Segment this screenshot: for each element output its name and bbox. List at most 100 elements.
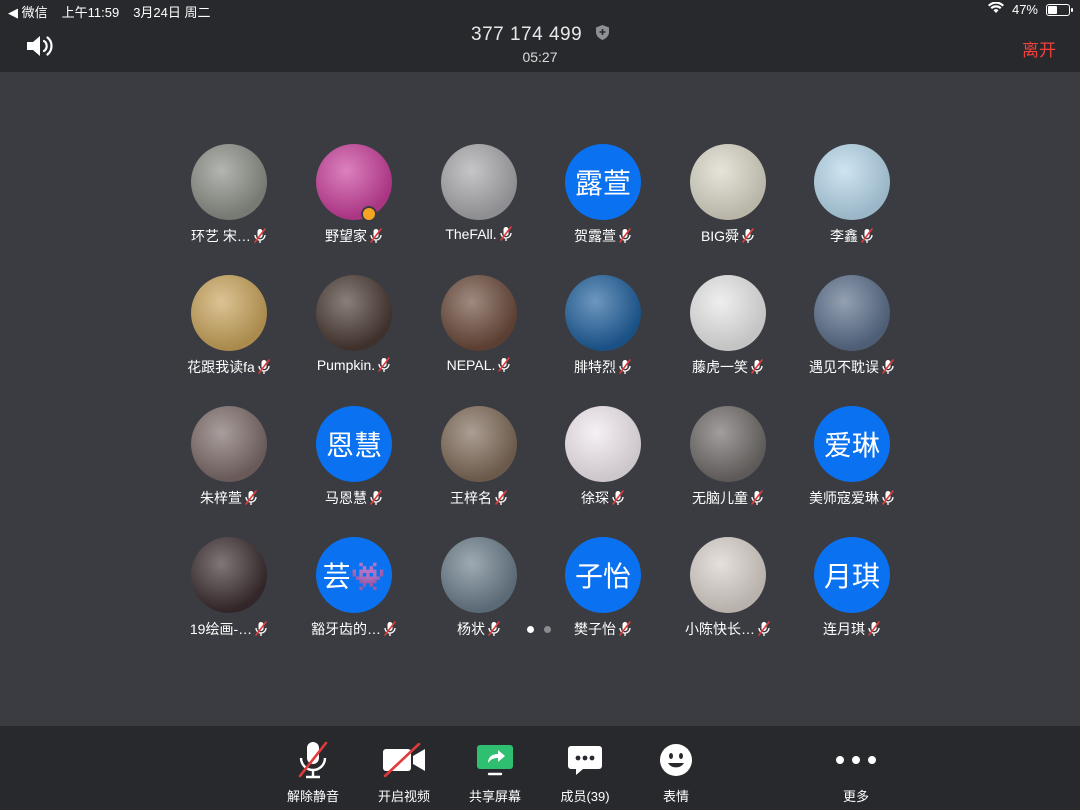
participant-name-row: 豁牙齿的… <box>289 619 419 640</box>
participant-name: 藤虎一笑 <box>692 359 748 375</box>
meeting-duration: 05:27 <box>522 49 558 65</box>
participant-name-row: 环艺 宋… <box>164 226 294 247</box>
participant-tile[interactable]: 杨状 <box>424 537 534 647</box>
participant-name-row: 马恩慧 <box>289 488 419 509</box>
participant-tile[interactable]: 无脑儿童 <box>673 406 783 516</box>
participant-tile[interactable]: 19绘画-… <box>174 537 284 647</box>
participant-tile[interactable]: 藤虎一笑 <box>673 275 783 385</box>
participant-name-row: 无脑儿童 <box>663 488 793 509</box>
unmute-button[interactable]: 解除静音 <box>268 740 358 805</box>
participant-tile[interactable]: 月琪 连月琪 <box>797 537 907 647</box>
participant-name: 环艺 宋… <box>191 228 251 244</box>
mic-muted-icon <box>750 359 764 378</box>
participant-name: 徐琛 <box>581 490 609 506</box>
more-dots-icon <box>811 740 901 780</box>
avatar <box>441 144 517 220</box>
back-to-app[interactable]: ◀ 微信 <box>8 2 48 21</box>
participant-name-row: BIG舜 <box>663 226 793 247</box>
mic-muted-icon <box>618 621 632 640</box>
members-button[interactable]: 成员(39) <box>540 740 630 805</box>
participant-tile[interactable]: 小陈快长… <box>673 537 783 647</box>
meeting-id[interactable]: 377 174 499 <box>0 24 1080 46</box>
battery-percent: 47% <box>1011 2 1038 17</box>
avatar <box>565 406 641 482</box>
participant-tile[interactable]: 环艺 宋… <box>174 144 284 254</box>
avatar <box>690 275 766 351</box>
start-video-button[interactable]: 开启视频 <box>359 740 449 805</box>
page-dot-2[interactable] <box>544 626 551 633</box>
participant-name-row: 王梓名 <box>414 488 544 509</box>
avatar: 爱琳 <box>814 406 890 482</box>
avatar <box>316 144 392 220</box>
avatar: 恩慧 <box>316 406 392 482</box>
participant-name-row: 连月琪 <box>787 619 917 640</box>
participant-name-row: 野望家 <box>289 226 419 247</box>
avatar <box>441 537 517 613</box>
participant-tile[interactable]: 腓特烈 <box>548 275 658 385</box>
mic-muted-icon <box>377 357 391 376</box>
page-indicator[interactable] <box>527 626 551 633</box>
mic-muted-icon <box>618 228 632 247</box>
participant-tile[interactable]: 露萱 贺露萱 <box>548 144 658 254</box>
meeting-id-text: 377 174 499 <box>471 24 583 46</box>
mic-muted-icon <box>268 740 358 780</box>
participant-tile[interactable]: Pumpkin. <box>299 275 409 385</box>
clock: 上午11:59 <box>61 5 120 20</box>
participant-tile[interactable]: 徐琛 <box>548 406 658 516</box>
participant-tile[interactable]: 王梓名 <box>424 406 534 516</box>
avatar <box>565 275 641 351</box>
mic-muted-icon <box>244 490 258 509</box>
mic-muted-icon <box>757 621 771 640</box>
participant-name: 遇见不耽误 <box>809 359 879 375</box>
participant-name-row: 美师寇爱琳 <box>787 488 917 509</box>
participant-tile[interactable]: 恩慧 马恩慧 <box>299 406 409 516</box>
participant-tile[interactable]: 芸👾 豁牙齿的… <box>299 537 409 647</box>
status-bar: ◀ 微信 上午11:59 3月24日 周二 47% <box>0 0 1080 20</box>
share-screen-button[interactable]: 共享屏幕 <box>450 740 540 805</box>
mic-muted-icon <box>867 621 881 640</box>
participant-tile[interactable]: NEPAL. <box>424 275 534 385</box>
mic-muted-icon <box>383 621 397 640</box>
start-video-label: 开启视频 <box>377 789 430 804</box>
participant-name: 朱梓萱 <box>200 490 242 506</box>
mic-muted-icon <box>253 228 267 247</box>
avatar <box>690 144 766 220</box>
mic-muted-icon <box>881 490 895 509</box>
mic-muted-icon <box>254 621 268 640</box>
shield-icon <box>595 24 609 46</box>
reactions-button[interactable]: 表情 <box>631 740 721 805</box>
participant-name: 腓特烈 <box>574 359 616 375</box>
avatar: 子怡 <box>565 537 641 613</box>
participant-tile[interactable]: 爱琳 美师寇爱琳 <box>797 406 907 516</box>
participant-name-row: 贺露萱 <box>538 226 668 247</box>
participant-tile[interactable]: 李鑫 <box>797 144 907 254</box>
participant-tile[interactable]: BIG舜 <box>673 144 783 254</box>
participant-name-row: 藤虎一笑 <box>663 357 793 378</box>
page-dot-1[interactable] <box>527 626 534 633</box>
meeting-header: 377 174 499 05:27 离开 <box>0 20 1080 72</box>
wifi-icon <box>987 1 1004 17</box>
participant-tile[interactable]: TheFAll. <box>424 144 534 254</box>
participant-name-row: 19绘画-… <box>164 619 294 640</box>
participant-tile[interactable]: 花跟我读fa <box>174 275 284 385</box>
participant-name: 贺露萱 <box>574 228 616 244</box>
reactions-label: 表情 <box>662 789 689 804</box>
mic-muted-icon <box>257 359 271 378</box>
members-label: 成员(39) <box>560 789 610 804</box>
mic-muted-icon <box>881 359 895 378</box>
participant-tile[interactable]: 子怡 樊子怡 <box>548 537 658 647</box>
participant-tile[interactable]: 野望家 <box>299 144 409 254</box>
avatar <box>191 144 267 220</box>
participant-name-row: NEPAL. <box>414 357 544 376</box>
avatar <box>441 406 517 482</box>
participant-tile[interactable]: 朱梓萱 <box>174 406 284 516</box>
avatar <box>316 275 392 351</box>
share-screen-icon <box>450 740 540 780</box>
mic-muted-icon <box>750 490 764 509</box>
participant-name: 王梓名 <box>450 490 492 506</box>
participant-tile[interactable]: 遇见不耽误 <box>797 275 907 385</box>
leave-button[interactable]: 离开 <box>1022 36 1056 61</box>
unmute-label: 解除静音 <box>286 789 339 804</box>
avatar <box>191 275 267 351</box>
more-button[interactable]: 更多 <box>811 740 901 805</box>
